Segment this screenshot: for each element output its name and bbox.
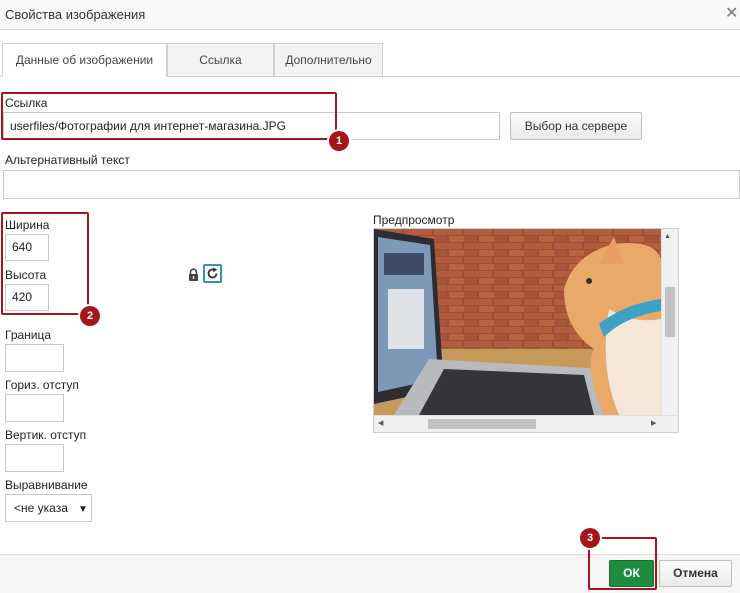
alt-text-input[interactable]	[3, 170, 740, 199]
align-select-value: <не указа	[14, 501, 68, 515]
scroll-right-arrow-icon[interactable]: ▶	[651, 419, 656, 427]
close-icon[interactable]: ✕	[725, 5, 738, 23]
cancel-button[interactable]: Отмена	[659, 560, 732, 587]
hspace-label: Гориз. отступ	[5, 378, 79, 392]
browse-server-button[interactable]: Выбор на сервере	[510, 112, 642, 140]
align-label: Выравнивание	[5, 478, 88, 492]
scroll-up-arrow-icon[interactable]: ▲	[664, 233, 671, 240]
annotation-frame-2	[1, 212, 89, 315]
annotation-badge-1: 1	[329, 131, 349, 151]
border-input[interactable]	[5, 344, 64, 372]
tab-image-info[interactable]: Данные об изображении	[2, 43, 167, 77]
annotation-badge-3: 3	[580, 528, 600, 548]
hspace-input[interactable]	[5, 394, 64, 422]
preview-horizontal-thumb[interactable]	[428, 419, 536, 429]
reset-size-icon[interactable]	[203, 264, 222, 283]
preview-vertical-thumb[interactable]	[665, 287, 675, 337]
alt-text-label: Альтернативный текст	[5, 153, 130, 167]
dialog-title: Свойства изображения	[5, 7, 146, 22]
preview-label: Предпросмотр	[373, 213, 455, 227]
annotation-frame-1	[1, 92, 337, 140]
tab-link[interactable]: Ссылка	[167, 43, 274, 77]
dropdown-arrow-icon: ▼	[78, 504, 88, 515]
lock-icon[interactable]	[187, 268, 200, 282]
border-label: Граница	[5, 328, 52, 342]
annotation-frame-3	[588, 537, 657, 590]
preview-box: ▲ ◀ ▶	[373, 228, 679, 433]
tab-advanced[interactable]: Дополнительно	[274, 43, 383, 77]
vspace-input[interactable]	[5, 444, 64, 472]
vspace-label: Вертик. отступ	[5, 428, 87, 442]
preview-vertical-scrollbar[interactable]: ▲	[661, 229, 678, 415]
annotation-badge-2: 2	[80, 306, 100, 326]
preview-image	[374, 229, 661, 415]
preview-horizontal-scrollbar[interactable]: ◀ ▶	[374, 415, 678, 432]
scroll-left-arrow-icon[interactable]: ◀	[378, 419, 383, 427]
